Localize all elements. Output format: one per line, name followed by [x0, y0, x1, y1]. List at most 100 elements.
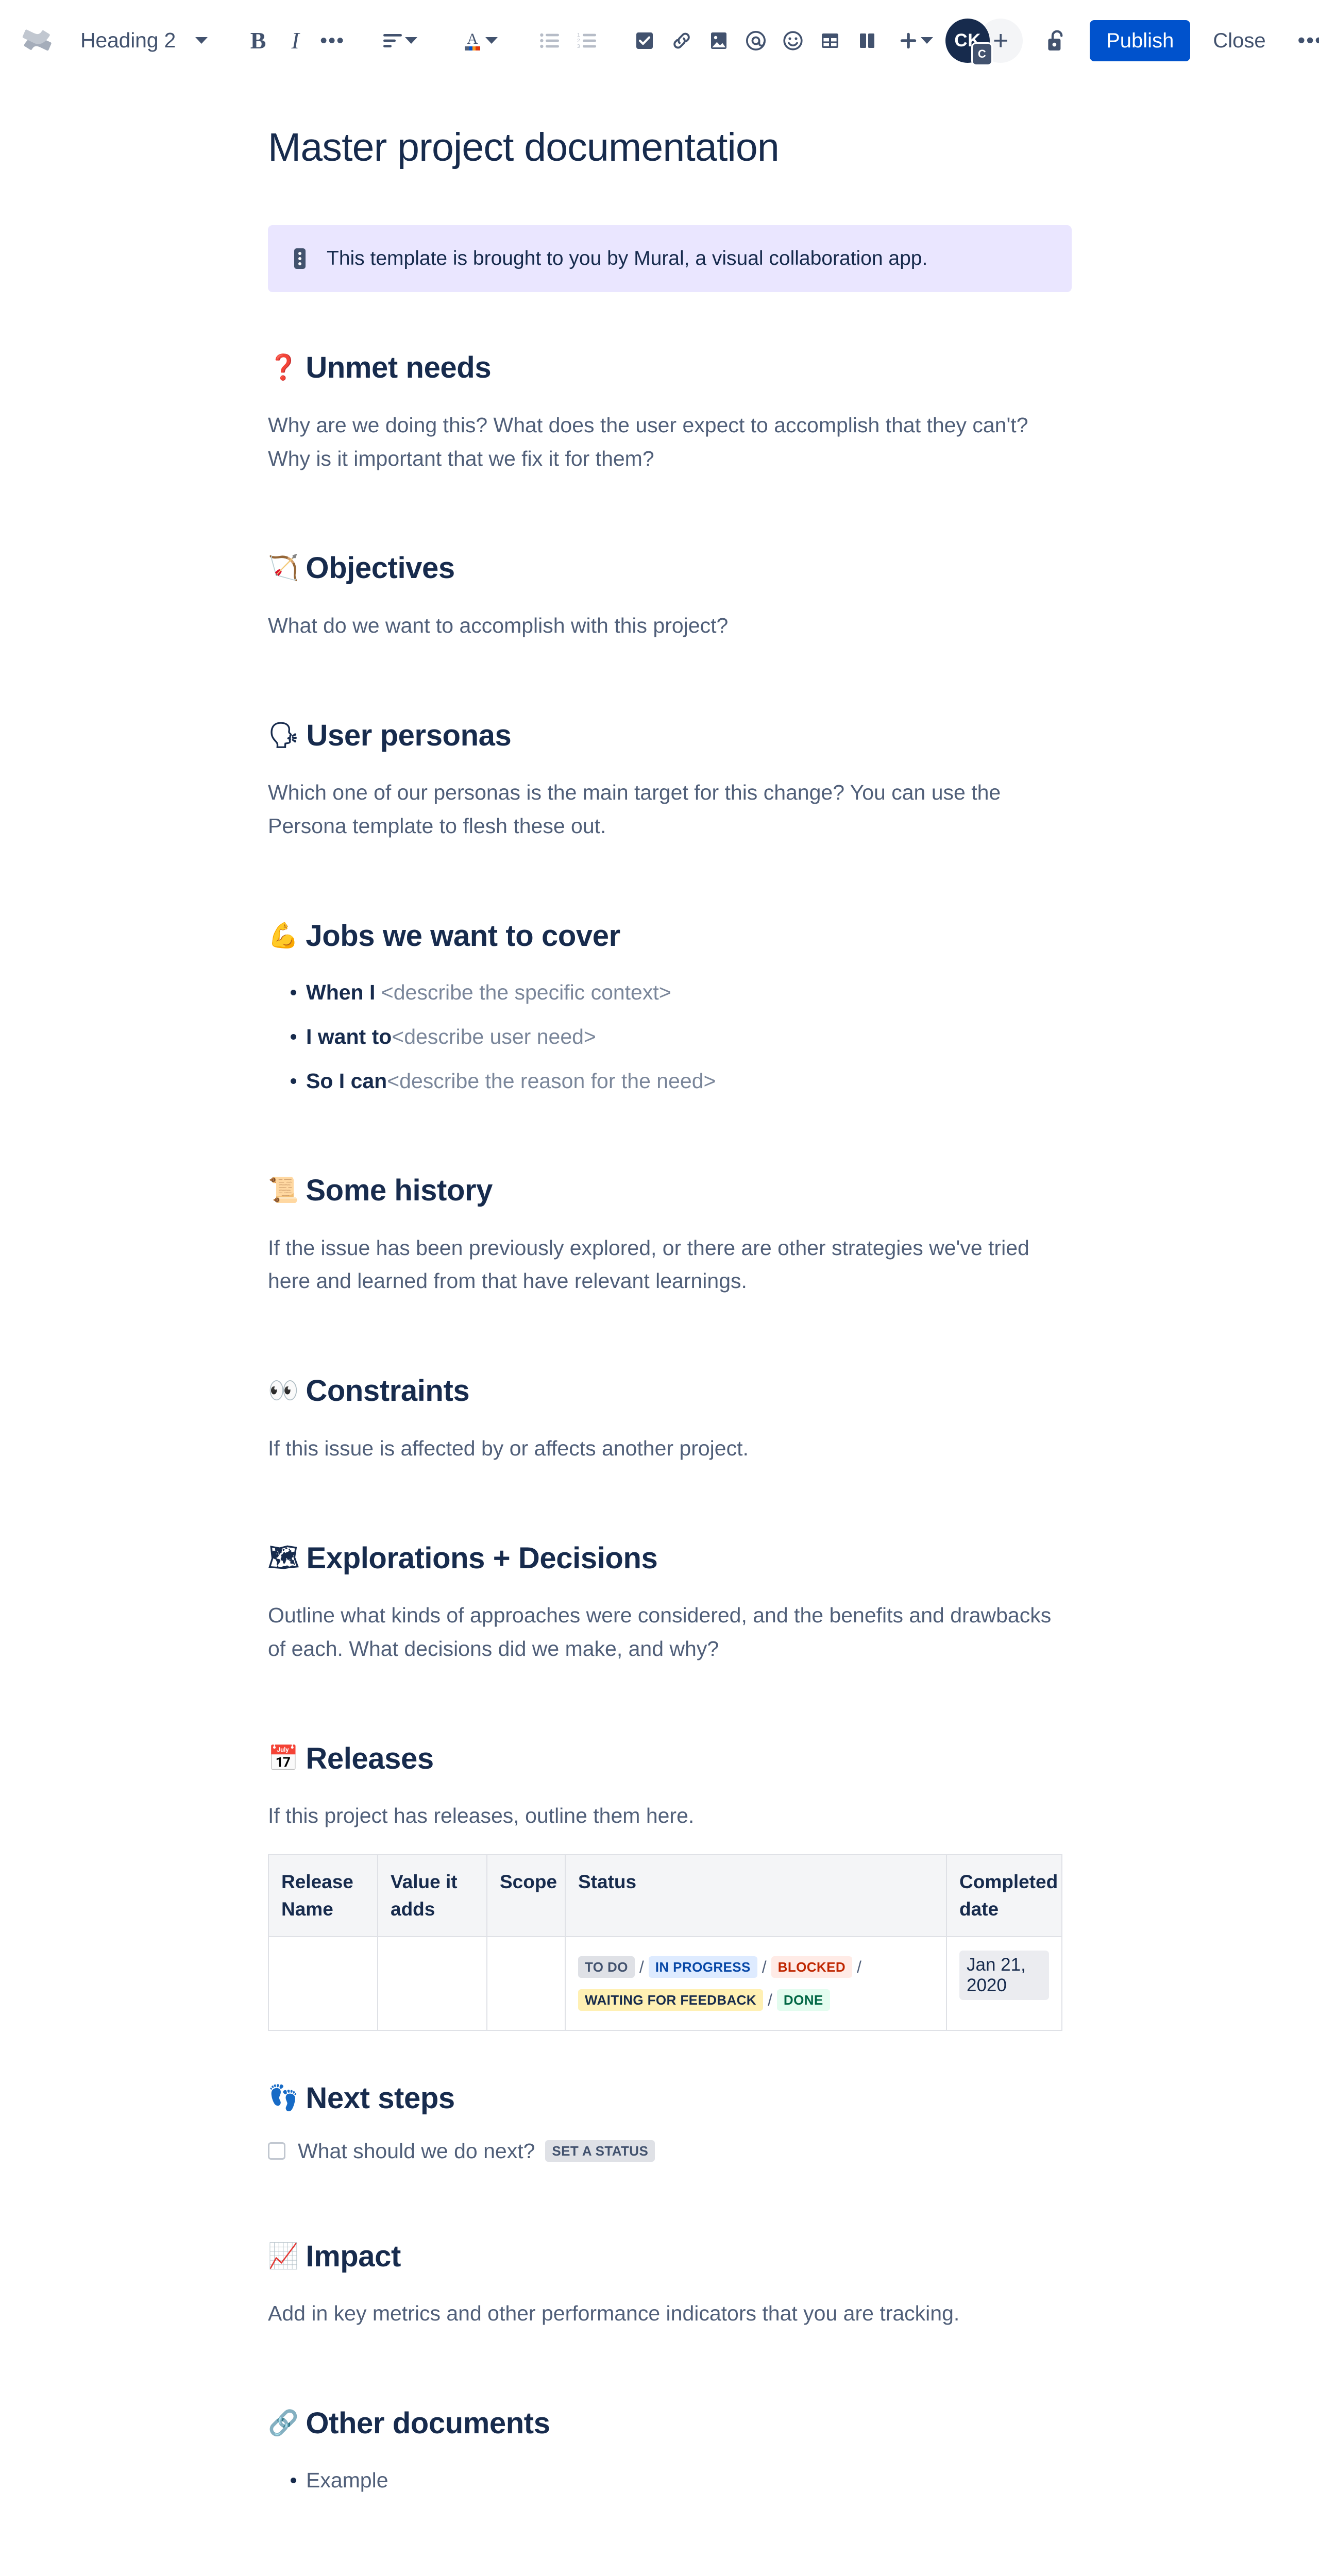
question-mark-emoji: ❓	[268, 354, 299, 382]
section-heading-text: Objectives	[306, 551, 455, 585]
job-lead: When I	[306, 980, 381, 1005]
task-checkbox[interactable]	[268, 2142, 285, 2160]
column-header-scope[interactable]: Scope	[486, 1854, 566, 1938]
text-color-button[interactable]: A	[449, 22, 511, 59]
emoji-button[interactable]	[774, 22, 811, 59]
svg-text:2: 2	[577, 38, 580, 44]
task-list-button[interactable]	[626, 22, 663, 59]
section-heading[interactable]: 📈 Impact	[268, 2239, 1072, 2275]
section-heading[interactable]: 👀 Constraints	[268, 1373, 1072, 1409]
section-heading-text: Releases	[306, 1741, 434, 1775]
cell-scope[interactable]	[486, 1936, 566, 2031]
column-header-value-it-adds[interactable]: Value it adds	[377, 1854, 487, 1938]
mention-at-icon	[746, 30, 766, 50]
other-documents-list: Example	[268, 2464, 1072, 2497]
list-item[interactable]: I want to<describe user need>	[291, 1021, 1072, 1054]
close-button[interactable]: Close	[1197, 20, 1281, 61]
section-user-personas: 🗣 User personas Which one of our persona…	[268, 718, 1072, 843]
world-map-emoji: 🗺	[268, 1544, 299, 1572]
section-heading-text: Unmet needs	[306, 351, 492, 385]
chevron-down-icon	[921, 37, 934, 44]
column-header-status[interactable]: Status	[565, 1854, 947, 1938]
cell-value-it-adds[interactable]	[377, 1936, 487, 2031]
text-format-group: B I •••	[240, 22, 351, 59]
column-header-completed-date[interactable]: Completed date	[946, 1854, 1062, 1938]
unlocked-padlock-icon	[1048, 30, 1063, 50]
section-heading[interactable]: 👣 Next steps	[268, 2080, 1072, 2116]
bold-label: B	[250, 27, 266, 54]
status-badge-blocked[interactable]: BLOCKED	[771, 1956, 852, 1978]
insert-link-button[interactable]	[663, 22, 700, 59]
document-body: Master project documentation This templa…	[268, 81, 1072, 2576]
calendar-emoji: 📅	[268, 1744, 299, 1772]
section-heading[interactable]: 💪 Jobs we want to cover	[268, 918, 1072, 954]
section-body[interactable]: Outline what kinds of approaches were co…	[268, 1599, 1061, 1666]
section-body[interactable]: Add in key metrics and other performance…	[268, 2297, 1061, 2330]
status-badge-todo[interactable]: TO DO	[578, 1956, 635, 1978]
section-heading[interactable]: 📅 Releases	[268, 1741, 1072, 1777]
section-body[interactable]: Why are we doing this? What does the use…	[268, 409, 1061, 476]
avatar-presence-badge: C	[971, 42, 993, 66]
info-panel[interactable]: This template is brought to you by Mural…	[268, 225, 1072, 293]
bullet-list-button[interactable]	[531, 22, 568, 59]
column-header-release-name[interactable]: Release Name	[268, 1854, 378, 1938]
list-item[interactable]: Example	[291, 2464, 1072, 2497]
section-heading[interactable]: 🗣 User personas	[268, 718, 1072, 754]
insert-more-button[interactable]	[886, 22, 945, 59]
insert-table-button[interactable]	[811, 22, 849, 59]
flexed-biceps-emoji: 💪	[268, 922, 299, 950]
text-style-dropdown[interactable]: Heading 2	[67, 21, 219, 60]
cell-completed-date[interactable]: Jan 21, 2020	[946, 1936, 1062, 2031]
more-formatting-button[interactable]: •••	[314, 22, 351, 59]
chart-increasing-emoji: 📈	[268, 2242, 299, 2270]
set-a-status-badge[interactable]: SET A STATUS	[545, 2140, 655, 2162]
job-lead: So I can	[306, 1069, 387, 1093]
section-some-history: 📜 Some history If the issue has been pre…	[268, 1173, 1072, 1298]
status-badge-waiting-for-feedback[interactable]: WAITING FOR FEEDBACK	[578, 1989, 763, 2011]
section-body[interactable]: If this project has releases, outline th…	[268, 1799, 1061, 1833]
avatar[interactable]: CK C	[945, 18, 993, 66]
page-restrictions-button[interactable]	[1036, 20, 1078, 62]
section-body[interactable]: If this issue is affected by or affects …	[268, 1432, 1061, 1465]
mention-button[interactable]	[737, 22, 774, 59]
job-lead: I want to	[306, 1025, 392, 1049]
italic-button[interactable]: I	[277, 22, 314, 59]
eyes-emoji: 👀	[268, 1377, 299, 1405]
status-badge-done[interactable]: DONE	[776, 1989, 830, 2011]
document-link-label: Example	[306, 2468, 388, 2492]
list-item[interactable]: So I can<describe the reason for the nee…	[291, 1065, 1072, 1098]
numbered-list-button[interactable]: 1 2 3	[568, 22, 605, 59]
info-panel-icon	[291, 247, 309, 270]
speaking-head-emoji: 🗣	[268, 721, 299, 749]
section-heading[interactable]: 🗺 Explorations + Decisions	[268, 1540, 1072, 1577]
task-text[interactable]: What should we do next? SET A STATUS	[298, 2139, 655, 2163]
text-align-button[interactable]	[371, 22, 428, 59]
bold-button[interactable]: B	[240, 22, 277, 59]
page-layout-button[interactable]	[849, 22, 886, 59]
table-row: TO DO / IN PROGRESS / BLOCKED/WAITING FOR FE…	[268, 1936, 1062, 2031]
section-objectives: 🏹 Objectives What do we want to accompli…	[268, 550, 1072, 642]
status-badge-in-progress[interactable]: IN PROGRESS	[648, 1956, 757, 1978]
section-impact: 📈 Impact Add in key metrics and other pe…	[268, 2239, 1072, 2330]
section-body[interactable]: What do we want to accomplish with this …	[268, 609, 1061, 642]
date-chip[interactable]: Jan 21, 2020	[959, 1951, 1049, 2001]
section-heading-text: Jobs we want to cover	[306, 919, 620, 953]
section-body[interactable]: Which one of our personas is the main ta…	[268, 776, 1061, 843]
page-title[interactable]: Master project documentation	[268, 126, 1072, 170]
task-item: What should we do next? SET A STATUS	[268, 2139, 1072, 2163]
section-heading[interactable]: ❓ Unmet needs	[268, 350, 1072, 386]
section-heading[interactable]: 📜 Some history	[268, 1173, 1072, 1209]
cell-status[interactable]: TO DO / IN PROGRESS / BLOCKED/WAITING FOR FE…	[565, 1936, 947, 2031]
list-item[interactable]: When I <describe the specific context>	[291, 976, 1072, 1009]
confluence-logo[interactable]	[22, 21, 53, 60]
insert-image-button[interactable]	[700, 22, 737, 59]
more-actions-button[interactable]: •••	[1290, 20, 1319, 62]
section-body[interactable]: If the issue has been previously explore…	[268, 1231, 1061, 1298]
table-header-row: Release Name Value it adds Scope Status …	[268, 1854, 1062, 1938]
section-heading[interactable]: 🔗 Other documents	[268, 2405, 1072, 2442]
section-other-documents: 🔗 Other documents Example	[268, 2405, 1072, 2497]
publish-button[interactable]: Publish	[1090, 20, 1191, 61]
cell-release-name[interactable]	[268, 1936, 378, 2031]
section-heading[interactable]: 🏹 Objectives	[268, 550, 1072, 586]
job-placeholder: <describe the reason for the need>	[387, 1069, 716, 1093]
